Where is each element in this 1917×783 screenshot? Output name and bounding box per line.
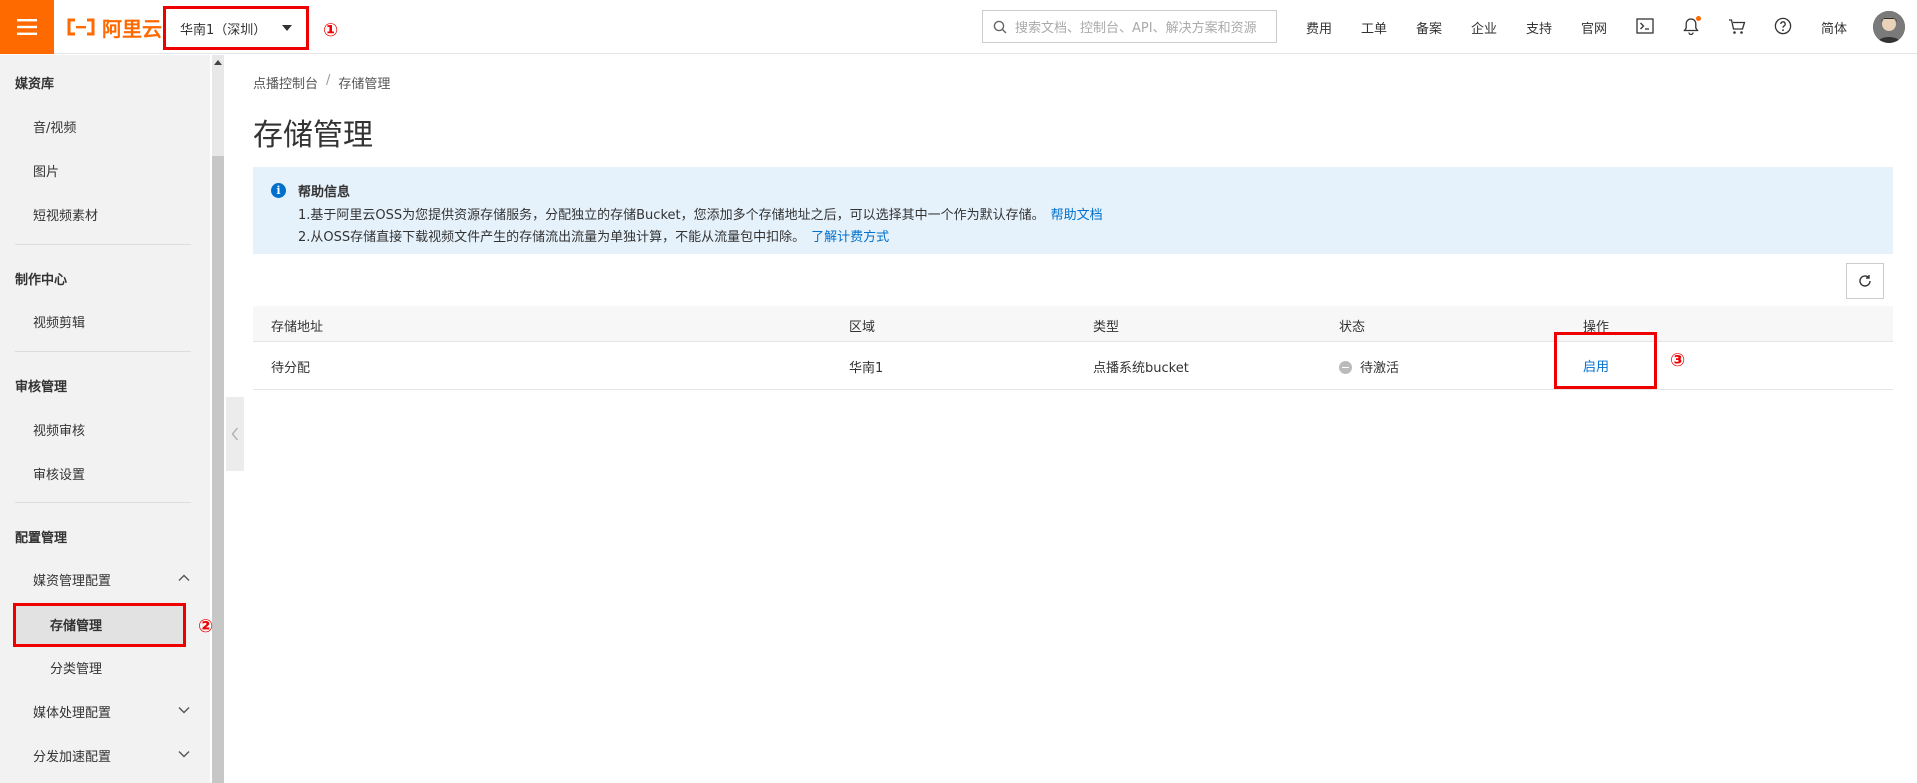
nav-tickets[interactable]: 工单 [1361, 18, 1387, 37]
sidebar-item-storage-management[interactable]: 存储管理 [50, 615, 102, 634]
help-info-panel: i 帮助信息 1.基于阿里云OSS为您提供资源存储服务，分配独立的存储Bucke… [253, 167, 1893, 254]
menu-icon[interactable] [0, 0, 54, 54]
breadcrumb-separator: / [326, 73, 331, 88]
region-selector[interactable]: 华南1（深圳） [163, 6, 309, 50]
nav-official-site[interactable]: 官网 [1581, 18, 1607, 37]
nav-fees[interactable]: 费用 [1306, 18, 1332, 37]
breadcrumb-root[interactable]: 点播控制台 [253, 73, 318, 92]
column-header-region: 区域 [849, 320, 876, 335]
cell-region: 华南1 [849, 361, 884, 376]
aliyun-logo[interactable]: 阿里云 [66, 14, 162, 41]
sidebar-collapse-toggle[interactable] [226, 397, 244, 471]
chevron-left-icon [231, 427, 238, 441]
region-label: 华南1（深圳） [180, 22, 267, 38]
notification-dot [1696, 16, 1701, 21]
enable-link[interactable]: 启用 [1583, 356, 1609, 375]
sidebar-item-short-video-materials[interactable]: 短视频素材 [33, 205, 98, 224]
sidebar-item-cdn-config[interactable]: 分发加速配置 [33, 746, 111, 765]
help-line-1-text: 1.基于阿里云OSS为您提供资源存储服务，分配独立的存储Bucket，您添加多个… [298, 208, 1045, 223]
search-input[interactable]: 搜索文档、控制台、API、解决方案和资源 [982, 10, 1277, 43]
sidebar-item-video-review[interactable]: 视频审核 [33, 420, 85, 439]
help-line-1: 1.基于阿里云OSS为您提供资源存储服务，分配独立的存储Bucket，您添加多个… [298, 204, 1103, 223]
sidebar-item-audio-video[interactable]: 音/视频 [33, 117, 76, 136]
sidebar-group-config-management: 配置管理 [15, 531, 68, 546]
scroll-up-arrow-icon[interactable] [214, 60, 222, 65]
breadcrumb: 点播控制台 / 存储管理 [253, 73, 390, 92]
annotation-marker-1: ① [323, 20, 339, 41]
nav-enterprise[interactable]: 企业 [1471, 18, 1497, 37]
info-icon: i [271, 183, 286, 198]
column-header-status: 状态 [1339, 320, 1366, 335]
help-line-2-text: 2.从OSS存储直接下载视频文件产生的存储流出流量为单独计算，不能从流量包中扣除… [298, 230, 806, 245]
refresh-icon [1859, 275, 1871, 287]
column-header-type: 类型 [1093, 320, 1120, 335]
chevron-down-icon[interactable] [178, 704, 190, 716]
cell-address: 待分配 [271, 361, 311, 376]
sidebar-item-media-processing-config[interactable]: 媒体处理配置 [33, 702, 111, 721]
status-text: 待激活 [1360, 361, 1400, 376]
page-title: 存储管理 [253, 118, 373, 153]
sidebar-group-media-library: 媒资库 [15, 77, 55, 92]
top-navbar: 阿里云 华南1（深圳） ① 搜索文档、控制台、API、解决方案和资源 费用 工单… [0, 0, 1917, 54]
chevron-down-icon[interactable] [178, 748, 190, 760]
nav-support[interactable]: 支持 [1526, 18, 1552, 37]
column-header-address: 存储地址 [271, 320, 324, 335]
help-line-2: 2.从OSS存储直接下载视频文件产生的存储流出流量为单独计算，不能从流量包中扣除… [298, 226, 889, 245]
sidebar-group-review-management: 审核管理 [15, 380, 68, 395]
sidebar-divider [15, 502, 191, 503]
cell-status: 待激活 [1339, 357, 1399, 376]
language-switch[interactable]: 简体 [1821, 18, 1847, 37]
sidebar-item-category-management[interactable]: 分类管理 [50, 658, 102, 677]
refresh-button[interactable] [1846, 263, 1884, 299]
inactive-status-icon [1339, 361, 1352, 374]
avatar[interactable] [1873, 11, 1905, 43]
sidebar-item-images[interactable]: 图片 [33, 161, 59, 180]
chevron-up-icon[interactable] [178, 572, 190, 584]
sidebar-scrollbar-thumb[interactable] [212, 156, 224, 783]
sidebar-divider [15, 244, 191, 245]
breadcrumb-current: 存储管理 [338, 77, 391, 92]
annotation-marker-3: ③ [1670, 350, 1686, 371]
sidebar [0, 55, 210, 783]
cell-type: 点播系统bucket [1093, 361, 1189, 376]
help-docs-link[interactable]: 帮助文档 [1051, 208, 1103, 223]
sidebar-item-review-settings[interactable]: 审核设置 [33, 464, 85, 483]
sidebar-group-production-center: 制作中心 [15, 273, 68, 288]
logo-text: 阿里云 [102, 16, 162, 41]
bell-icon[interactable] [1680, 15, 1702, 37]
sidebar-item-video-editing[interactable]: 视频剪辑 [33, 312, 85, 331]
cart-icon[interactable] [1726, 15, 1748, 37]
caret-down-icon [282, 25, 293, 31]
sidebar-divider [15, 351, 191, 352]
annotation-marker-2: ② [198, 616, 214, 637]
help-icon[interactable] [1772, 15, 1794, 37]
nav-icp[interactable]: 备案 [1416, 18, 1442, 37]
billing-info-link[interactable]: 了解计费方式 [811, 230, 889, 245]
help-title: 帮助信息 [298, 185, 351, 200]
search-placeholder: 搜索文档、控制台、API、解决方案和资源 [1015, 21, 1257, 36]
logo-mark-icon [66, 18, 96, 36]
sidebar-item-media-config[interactable]: 媒资管理配置 [33, 570, 111, 589]
terminal-icon[interactable] [1634, 15, 1656, 37]
search-icon [993, 20, 1007, 33]
